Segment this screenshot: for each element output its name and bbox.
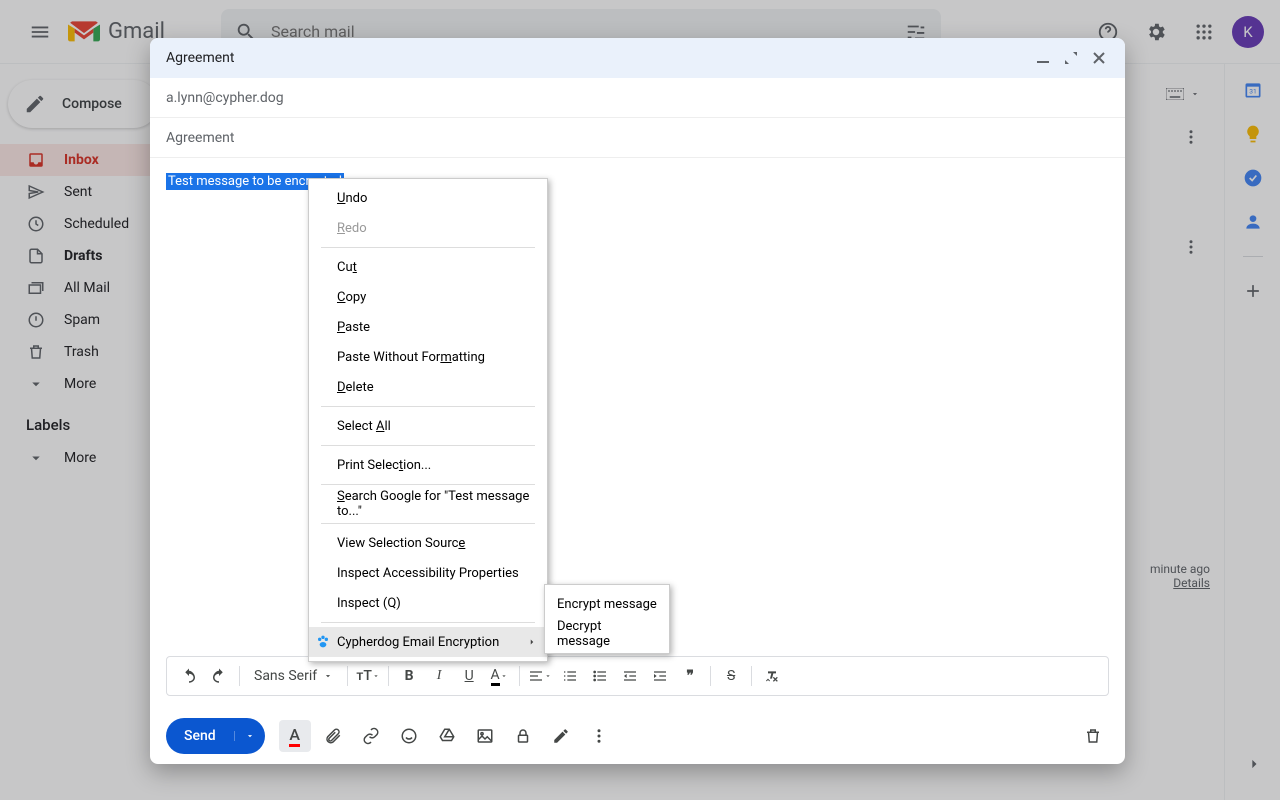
attach-button[interactable] (317, 720, 349, 752)
confidential-button[interactable] (507, 720, 539, 752)
send-button[interactable]: Send (166, 718, 265, 754)
context-item-label: Paste Without Formatting (337, 350, 485, 365)
send-options-button[interactable] (234, 731, 265, 741)
underline-button[interactable]: U (455, 662, 483, 690)
submenu-encrypt[interactable]: Encrypt message (545, 589, 669, 619)
context-item-label: Cut (337, 260, 357, 275)
context-separator (321, 622, 535, 623)
subject-value: Agreement (166, 130, 234, 146)
indent-less-button[interactable] (616, 662, 644, 690)
italic-button[interactable]: I (425, 662, 453, 690)
context-item[interactable]: Paste (309, 312, 547, 342)
minimize-button[interactable] (1033, 48, 1053, 68)
context-item-label: Inspect (Q) (337, 596, 401, 611)
chevron-right-icon (527, 637, 537, 647)
send-label: Send (166, 728, 234, 744)
font-size-button[interactable]: тT (354, 662, 382, 690)
undo-button[interactable] (175, 662, 203, 690)
more-options-button[interactable] (583, 720, 615, 752)
recipient-value: a.lynn@cypher.dog (166, 90, 284, 106)
context-item-label: Select All (337, 419, 391, 434)
context-separator (321, 406, 535, 407)
link-button[interactable] (355, 720, 387, 752)
numbered-list-button[interactable] (556, 662, 584, 690)
context-submenu: Encrypt message Decrypt message (544, 584, 670, 654)
strikethrough-button[interactable]: S (717, 662, 745, 690)
image-button[interactable] (469, 720, 501, 752)
context-item[interactable]: Undo (309, 183, 547, 213)
submenu-decrypt[interactable]: Decrypt message (545, 619, 669, 649)
drive-button[interactable] (431, 720, 463, 752)
subject-field[interactable]: Agreement (150, 118, 1125, 158)
paw-icon (315, 634, 331, 650)
send-row: Send A (150, 708, 1125, 764)
indent-more-button[interactable] (646, 662, 674, 690)
formatting-toggle[interactable]: A (279, 720, 311, 752)
context-item-label: View Selection Source (337, 536, 465, 551)
popout-button[interactable] (1061, 48, 1081, 68)
context-item[interactable]: Copy (309, 282, 547, 312)
context-item[interactable]: Cypherdog Email Encryption (309, 627, 547, 657)
context-item[interactable]: Print Selection... (309, 450, 547, 480)
align-button[interactable] (526, 662, 554, 690)
context-item-label: Undo (337, 191, 367, 206)
dialog-title: Agreement (166, 50, 1033, 66)
close-button[interactable] (1089, 48, 1109, 68)
context-item-label: Search Google for "Test message to..." (337, 489, 535, 519)
context-item[interactable]: Search Google for "Test message to..." (309, 489, 547, 519)
context-item-label: Paste (337, 320, 370, 335)
bulleted-list-button[interactable] (586, 662, 614, 690)
recipients-field[interactable]: a.lynn@cypher.dog (150, 78, 1125, 118)
context-separator (321, 523, 535, 524)
emoji-button[interactable] (393, 720, 425, 752)
discard-button[interactable] (1077, 720, 1109, 752)
font-selector[interactable]: Sans Serif (246, 668, 341, 684)
context-item-label: Cypherdog Email Encryption (337, 635, 499, 650)
message-body[interactable]: Test message to be encrypted (150, 158, 1125, 656)
context-item: Redo (309, 213, 547, 243)
formatting-toolbar: Sans Serif тT B I U A ❞ S (166, 656, 1109, 696)
context-item[interactable]: Delete (309, 372, 547, 402)
context-item-label: Inspect Accessibility Properties (337, 566, 519, 581)
signature-button[interactable] (545, 720, 577, 752)
context-item-label: Print Selection... (337, 458, 431, 473)
context-item-label: Redo (337, 221, 367, 236)
context-separator (321, 445, 535, 446)
quote-button[interactable]: ❞ (676, 662, 704, 690)
context-item[interactable]: Cut (309, 252, 547, 282)
context-item[interactable]: Paste Without Formatting (309, 342, 547, 372)
context-menu: Undo Redo Cut Copy Paste Paste Without Format… (308, 178, 548, 662)
context-separator (321, 247, 535, 248)
context-item[interactable]: Select All (309, 411, 547, 441)
context-separator (321, 484, 535, 485)
context-item[interactable]: Inspect Accessibility Properties (309, 558, 547, 588)
compose-dialog: Agreement a.lynn@cypher.dog Agreement Te… (150, 38, 1125, 764)
text-color-button[interactable]: A (485, 662, 513, 690)
context-item-label: Delete (337, 380, 374, 395)
context-item[interactable]: View Selection Source (309, 528, 547, 558)
bold-button[interactable]: B (395, 662, 423, 690)
remove-formatting-button[interactable] (758, 662, 786, 690)
redo-button[interactable] (205, 662, 233, 690)
context-item[interactable]: Inspect (Q) (309, 588, 547, 618)
dialog-header[interactable]: Agreement (150, 38, 1125, 78)
context-item-label: Copy (337, 290, 366, 305)
